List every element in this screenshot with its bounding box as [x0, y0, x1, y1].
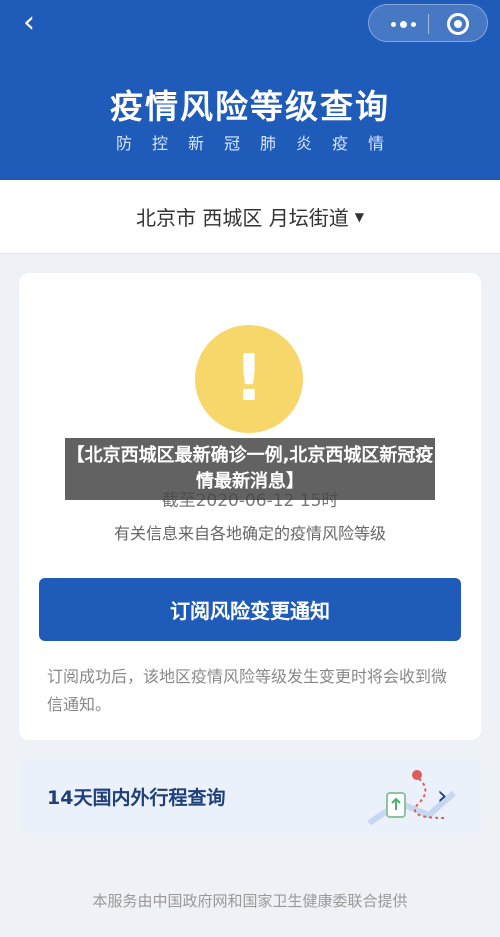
subscribe-note: 订阅成功后，该地区疫情风险等级发生变更时将会收到微信通知。 [47, 667, 448, 714]
more-icon[interactable] [383, 5, 423, 43]
page-title: 疫情风险等级查询 [110, 87, 390, 126]
overlay-banner: 【北京西城区最新确诊一例,北京西城区新冠疫情最新消息】 [65, 438, 435, 500]
region-label: 北京市 西城区 月坛街道 [136, 206, 349, 230]
footer-text: 本服务由中国政府网和国家卫生健康委联合提供 [92, 892, 408, 910]
data-source-text: 有关信息来自各地确定的疫情风险等级 [113, 524, 386, 543]
subscribe-button[interactable]: 订阅风险变更通知 [39, 578, 461, 641]
page-subtitle: 防控新冠肺炎疫情 [115, 134, 404, 153]
target-icon[interactable] [447, 13, 469, 35]
risk-status-card: ! 截至2020-06-12 15时 有关信息来自各地确定的疫情风险等级 订阅风… [19, 273, 481, 740]
back-icon[interactable]: ‹ [14, 8, 44, 38]
header: ‹ 疫情风险等级查询 防控新冠肺炎疫情 [0, 0, 500, 180]
warning-icon: ! [195, 325, 303, 433]
chevron-right-icon: › [437, 781, 448, 811]
itinerary-query-card[interactable]: 14天国内外行程查询 › [19, 759, 481, 833]
capsule-divider [428, 14, 429, 34]
mini-program-capsule [368, 4, 488, 42]
itinerary-label: 14天国内外行程查询 [47, 787, 226, 809]
caret-down-icon: ▼ [354, 209, 364, 224]
region-selector[interactable]: 北京市 西城区 月坛街道 ▼ [0, 180, 500, 254]
